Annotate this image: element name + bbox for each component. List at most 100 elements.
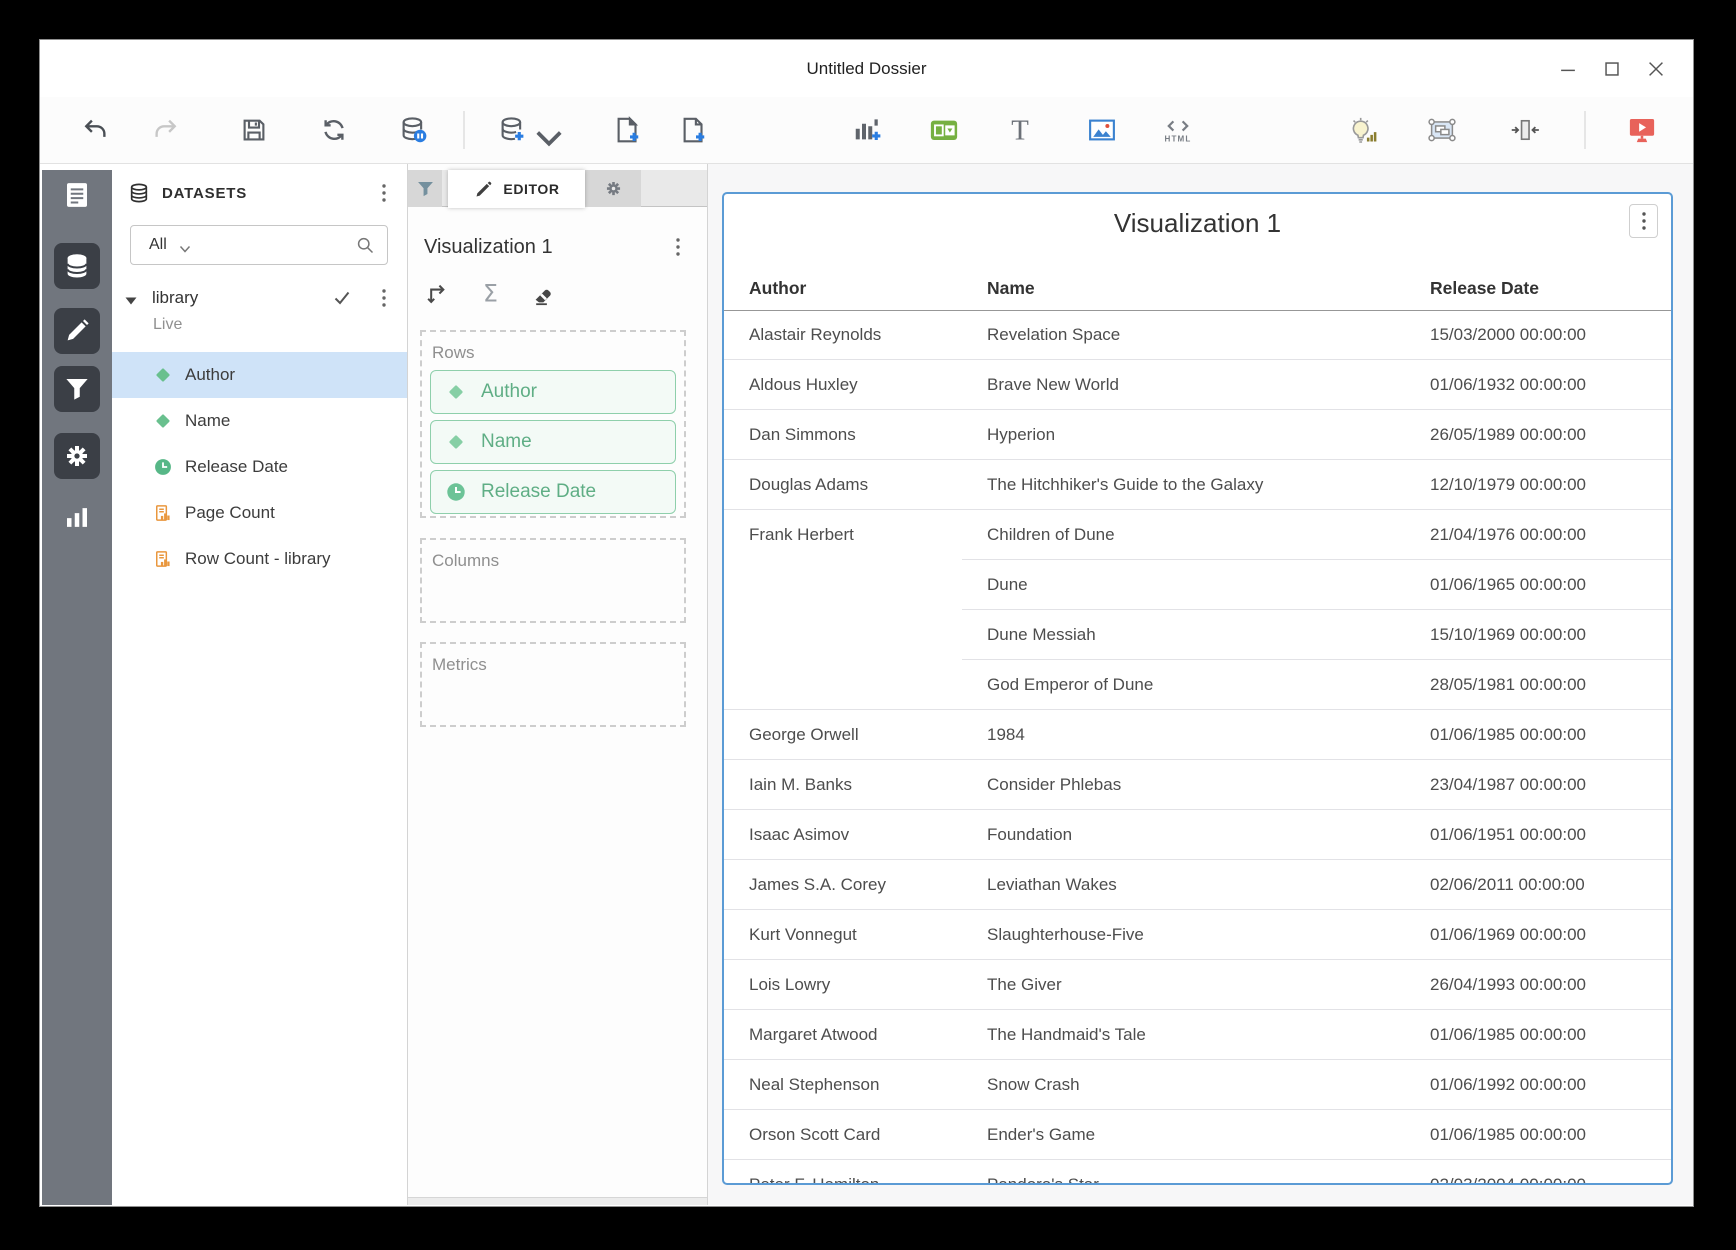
cell-release-date[interactable]: 01/06/1985 00:00:00	[1430, 725, 1671, 745]
visualization-1[interactable]: Visualization 1 Author Name Release Date…	[722, 192, 1673, 1185]
Brave New World[interactable]: Aldous Huxley Brave New World 01/06/1932…	[724, 360, 1671, 410]
cell-author[interactable]: Aldous Huxley	[724, 375, 962, 395]
cell-name[interactable]: God Emperor of Dune	[962, 675, 1430, 695]
cell-name[interactable]: Leviathan Wakes	[962, 875, 1430, 895]
fit-contents-button[interactable]	[1506, 111, 1544, 149]
The Hitchhiker's Guide to the Galaxy[interactable]: Douglas Adams The Hitchhiker's Guide to …	[724, 460, 1671, 510]
cell-author[interactable]: Peter F. Hamilton	[724, 1175, 962, 1183]
Leviathan Wakes[interactable]: James S.A. Corey Leviathan Wakes 02/06/2…	[724, 860, 1671, 910]
Pandora's Star[interactable]: Peter F. Hamilton Pandora's Star 02/03/2…	[724, 1160, 1671, 1183]
save-button[interactable]	[235, 111, 273, 149]
format-panel-button[interactable]	[54, 433, 100, 479]
cell-release-date[interactable]: 01/06/1932 00:00:00	[1430, 375, 1671, 395]
dataset-field-row[interactable]: Name	[112, 398, 407, 444]
dataset-menu-button[interactable]	[371, 283, 397, 313]
cell-author[interactable]: Iain M. Banks	[724, 775, 962, 795]
Revelation Space[interactable]: Alastair Reynolds Revelation Space 15/03…	[724, 310, 1671, 360]
cell-author[interactable]: Neal Stephenson	[724, 1075, 962, 1095]
cell-release-date[interactable]: 02/03/2004 00:00:00	[1430, 1175, 1671, 1183]
add-html-button[interactable]: HTML	[1159, 111, 1197, 149]
tab-settings[interactable]	[585, 170, 641, 207]
cell-release-date[interactable]: 26/05/1989 00:00:00	[1430, 425, 1671, 445]
filter-panel-button[interactable]	[54, 366, 100, 412]
add-image-button[interactable]	[1083, 111, 1121, 149]
cell-release-date[interactable]: 15/03/2000 00:00:00	[1430, 325, 1671, 345]
eraser-button[interactable]	[528, 278, 558, 308]
add-text-button[interactable]: T	[1001, 111, 1039, 149]
insights-button[interactable]	[1344, 111, 1382, 149]
chevron-down-icon[interactable]	[179, 241, 191, 250]
cell-name[interactable]: 1984	[962, 725, 1430, 745]
cell-author[interactable]: Douglas Adams	[724, 475, 962, 495]
cell-release-date[interactable]: 02/06/2011 00:00:00	[1430, 875, 1671, 895]
1984[interactable]: George Orwell 1984 01/06/1985 00:00:00	[724, 710, 1671, 760]
menu-item[interactable]	[135, 65, 147, 73]
field-chip-label[interactable]: Release Date	[481, 481, 596, 503]
search-filter-dropdown[interactable]: All	[149, 236, 167, 254]
visualization-options-button[interactable]	[665, 232, 691, 262]
cell-release-date[interactable]: 23/04/1987 00:00:00	[1430, 775, 1671, 795]
field-chip[interactable]: Release Date	[430, 470, 676, 514]
free-form-container-button[interactable]	[1423, 111, 1461, 149]
cell-name[interactable]: Snow Crash	[962, 1075, 1430, 1095]
Dune[interactable]: Dune 01/06/1965 00:00:00	[724, 560, 1671, 610]
presentation-mode-button[interactable]	[1623, 111, 1661, 149]
cell-author[interactable]: Kurt Vonnegut	[724, 925, 962, 945]
add-selector-button[interactable]	[925, 111, 963, 149]
dataset-field-row[interactable]: Release Date	[112, 444, 407, 490]
tab-filter[interactable]	[408, 170, 442, 207]
Snow Crash[interactable]: Neal Stephenson Snow Crash 01/06/1992 00…	[724, 1060, 1671, 1110]
datasets-menu-button[interactable]	[371, 178, 397, 208]
menu-item[interactable]	[247, 65, 259, 73]
Consider Phlebas[interactable]: Iain M. Banks Consider Phlebas 23/04/198…	[724, 760, 1671, 810]
new-chapter-button[interactable]	[609, 111, 647, 149]
cell-name[interactable]: Dune Messiah	[962, 625, 1430, 645]
cell-author[interactable]: Alastair Reynolds	[724, 325, 962, 345]
menu-item[interactable]	[191, 65, 203, 73]
column-header-name[interactable]: Name	[987, 278, 1035, 299]
dataset-name[interactable]: library	[152, 288, 198, 308]
redo-button[interactable]	[147, 111, 185, 149]
Hyperion[interactable]: Dan Simmons Hyperion 26/05/1989 00:00:00	[724, 410, 1671, 460]
column-header-author[interactable]: Author	[749, 278, 806, 299]
cell-name[interactable]: Pandora's Star	[962, 1175, 1430, 1183]
cell-name[interactable]: The Hitchhiker's Guide to the Galaxy	[962, 475, 1430, 495]
field-chip[interactable]: Name	[430, 420, 676, 464]
cell-name[interactable]: Ender's Game	[962, 1125, 1430, 1145]
cell-release-date[interactable]: 01/06/1965 00:00:00	[1430, 575, 1671, 595]
Ender's Game[interactable]: Orson Scott Card Ender's Game 01/06/1985…	[724, 1110, 1671, 1160]
undo-button[interactable]	[76, 111, 114, 149]
Foundation[interactable]: Isaac Asimov Foundation 01/06/1951 00:00…	[724, 810, 1671, 860]
cell-name[interactable]: The Giver	[962, 975, 1430, 995]
editor-panel-button[interactable]	[54, 308, 100, 354]
cell-author[interactable]: James S.A. Corey	[724, 875, 962, 895]
visualization-kebab-button[interactable]	[1629, 204, 1658, 238]
tab-editor[interactable]: EDITOR	[448, 170, 585, 208]
cell-release-date[interactable]: 01/06/1992 00:00:00	[1430, 1075, 1671, 1095]
cell-name[interactable]: Children of Dune	[962, 525, 1430, 545]
cell-release-date[interactable]: 01/06/1985 00:00:00	[1430, 1125, 1671, 1145]
visualization-gallery-button[interactable]	[62, 500, 92, 530]
cell-author[interactable]: Dan Simmons	[724, 425, 962, 445]
minimize-button[interactable]	[1553, 54, 1583, 84]
dataset-library-row[interactable]: library	[112, 282, 407, 314]
close-button[interactable]	[1641, 54, 1671, 84]
cell-name[interactable]: Brave New World	[962, 375, 1430, 395]
add-data-button[interactable]	[493, 111, 531, 149]
editor-horizontal-scrollbar[interactable]	[408, 1197, 707, 1205]
refresh-button[interactable]	[315, 111, 353, 149]
rows-drop-zone[interactable]: Rows Author Name	[420, 330, 686, 518]
pause-data-button[interactable]	[394, 111, 432, 149]
The Giver[interactable]: Lois Lowry The Giver 26/04/1993 00:00:00	[724, 960, 1671, 1010]
cell-release-date[interactable]: 12/10/1979 00:00:00	[1430, 475, 1671, 495]
cell-author[interactable]: George Orwell	[724, 725, 962, 745]
menu-item[interactable]	[107, 65, 119, 73]
metrics-drop-zone[interactable]: Metrics	[420, 642, 686, 727]
add-visualization-button[interactable]	[848, 111, 886, 149]
field-chip-label[interactable]: Author	[481, 381, 537, 403]
contents-panel-button[interactable]	[62, 180, 92, 210]
menu-item[interactable]	[219, 65, 231, 73]
Dune Messiah[interactable]: Dune Messiah 15/10/1969 00:00:00	[724, 610, 1671, 660]
new-page-button[interactable]	[675, 111, 713, 149]
dataset-field-label[interactable]: Name	[185, 411, 230, 431]
